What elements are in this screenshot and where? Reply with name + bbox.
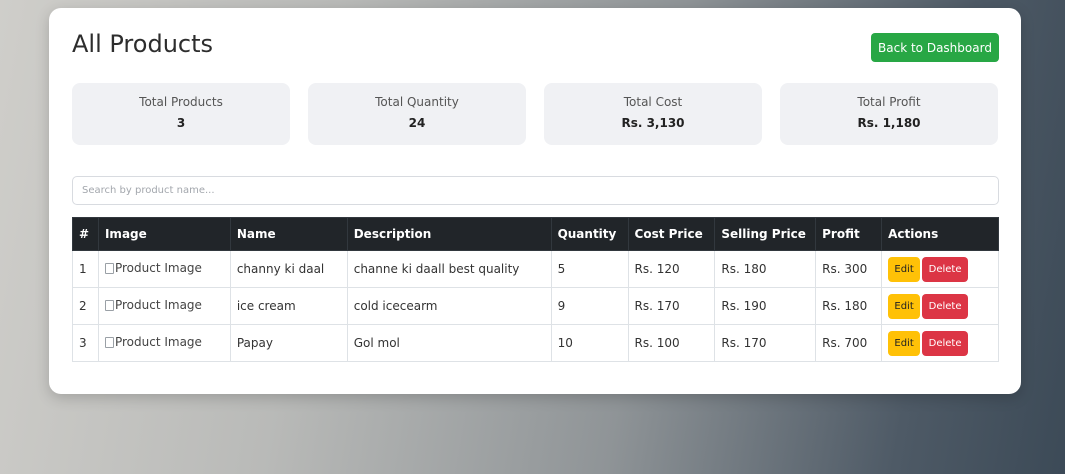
stat-total-products: Total Products 3 bbox=[72, 83, 290, 145]
broken-image-icon: Product Image bbox=[104, 261, 202, 276]
stat-value: 24 bbox=[408, 116, 426, 130]
stat-value: 3 bbox=[176, 116, 186, 130]
stat-value: Rs. 1,180 bbox=[857, 116, 921, 130]
cell-index: 3 bbox=[72, 324, 99, 362]
cell-name: Papay bbox=[229, 324, 348, 362]
back-to-dashboard-button[interactable]: Back to Dashboard bbox=[871, 33, 999, 62]
stat-total-profit: Total Profit Rs. 1,180 bbox=[780, 83, 998, 145]
stat-total-quantity: Total Quantity 24 bbox=[308, 83, 526, 145]
cell-cost-price: Rs. 120 bbox=[627, 250, 716, 288]
cell-actions: Edit Delete bbox=[881, 250, 999, 288]
col-header-cost-price: Cost Price bbox=[627, 217, 716, 251]
stats-row: Total Products 3 Total Quantity 24 Total… bbox=[72, 83, 999, 145]
search-input[interactable] bbox=[72, 176, 999, 205]
cell-description: Gol mol bbox=[346, 324, 552, 362]
col-header-profit: Profit bbox=[815, 217, 883, 251]
stat-label: Total Quantity bbox=[375, 95, 459, 109]
edit-button[interactable]: Edit bbox=[888, 256, 921, 282]
cell-cost-price: Rs. 100 bbox=[627, 324, 716, 362]
cell-image: Product Image bbox=[97, 287, 231, 325]
delete-button[interactable]: Delete bbox=[922, 330, 969, 356]
cell-index: 1 bbox=[72, 250, 99, 288]
cell-description: channe ki daall best quality bbox=[346, 250, 552, 288]
cell-profit: Rs. 300 bbox=[815, 250, 883, 288]
products-card: All Products Back to Dashboard Total Pro… bbox=[49, 8, 1021, 394]
cell-quantity: 5 bbox=[550, 250, 629, 288]
image-alt-text: Product Image bbox=[114, 261, 202, 276]
cell-image: Product Image bbox=[97, 250, 231, 288]
broken-image-icon: Product Image bbox=[104, 298, 202, 313]
page-title: All Products bbox=[72, 30, 214, 58]
stat-value: Rs. 3,130 bbox=[621, 116, 685, 130]
table-row: 2 Product Image ice cream cold icecearm … bbox=[72, 287, 999, 325]
table-header-row: # Image Name Description Quantity Cost P… bbox=[72, 217, 999, 251]
cell-description: cold icecearm bbox=[346, 287, 552, 325]
cell-actions: Edit Delete bbox=[881, 287, 999, 325]
col-header-selling-price: Selling Price bbox=[714, 217, 817, 251]
stat-label: Total Cost bbox=[623, 95, 683, 109]
edit-button[interactable]: Edit bbox=[888, 330, 921, 356]
stat-label: Total Profit bbox=[857, 95, 921, 109]
cell-quantity: 10 bbox=[550, 324, 629, 362]
cell-name: channy ki daal bbox=[229, 250, 348, 288]
cell-name: ice cream bbox=[229, 287, 348, 325]
cell-cost-price: Rs. 170 bbox=[627, 287, 716, 325]
image-alt-text: Product Image bbox=[114, 335, 202, 350]
cell-profit: Rs. 700 bbox=[815, 324, 883, 362]
stat-label: Total Products bbox=[139, 95, 223, 109]
cell-selling-price: Rs. 180 bbox=[714, 250, 817, 288]
col-header-actions: Actions bbox=[881, 217, 999, 251]
table-row: 1 Product Image channy ki daal channe ki… bbox=[72, 250, 999, 288]
edit-button[interactable]: Edit bbox=[888, 293, 921, 319]
cell-actions: Edit Delete bbox=[881, 324, 999, 362]
stat-total-cost: Total Cost Rs. 3,130 bbox=[544, 83, 762, 145]
col-header-index: # bbox=[72, 217, 99, 251]
cell-image: Product Image bbox=[97, 324, 231, 362]
cell-profit: Rs. 180 bbox=[815, 287, 883, 325]
col-header-description: Description bbox=[346, 217, 552, 251]
col-header-image: Image bbox=[97, 217, 231, 251]
delete-button[interactable]: Delete bbox=[922, 293, 969, 319]
delete-button[interactable]: Delete bbox=[922, 256, 969, 282]
col-header-quantity: Quantity bbox=[550, 217, 629, 251]
cell-index: 2 bbox=[72, 287, 99, 325]
col-header-name: Name bbox=[229, 217, 348, 251]
cell-quantity: 9 bbox=[550, 287, 629, 325]
image-alt-text: Product Image bbox=[114, 298, 202, 313]
products-table: # Image Name Description Quantity Cost P… bbox=[72, 217, 999, 362]
table-row: 3 Product Image Papay Gol mol 10 Rs. 100… bbox=[72, 324, 999, 362]
cell-selling-price: Rs. 170 bbox=[714, 324, 817, 362]
cell-selling-price: Rs. 190 bbox=[714, 287, 817, 325]
broken-image-icon: Product Image bbox=[104, 335, 202, 350]
